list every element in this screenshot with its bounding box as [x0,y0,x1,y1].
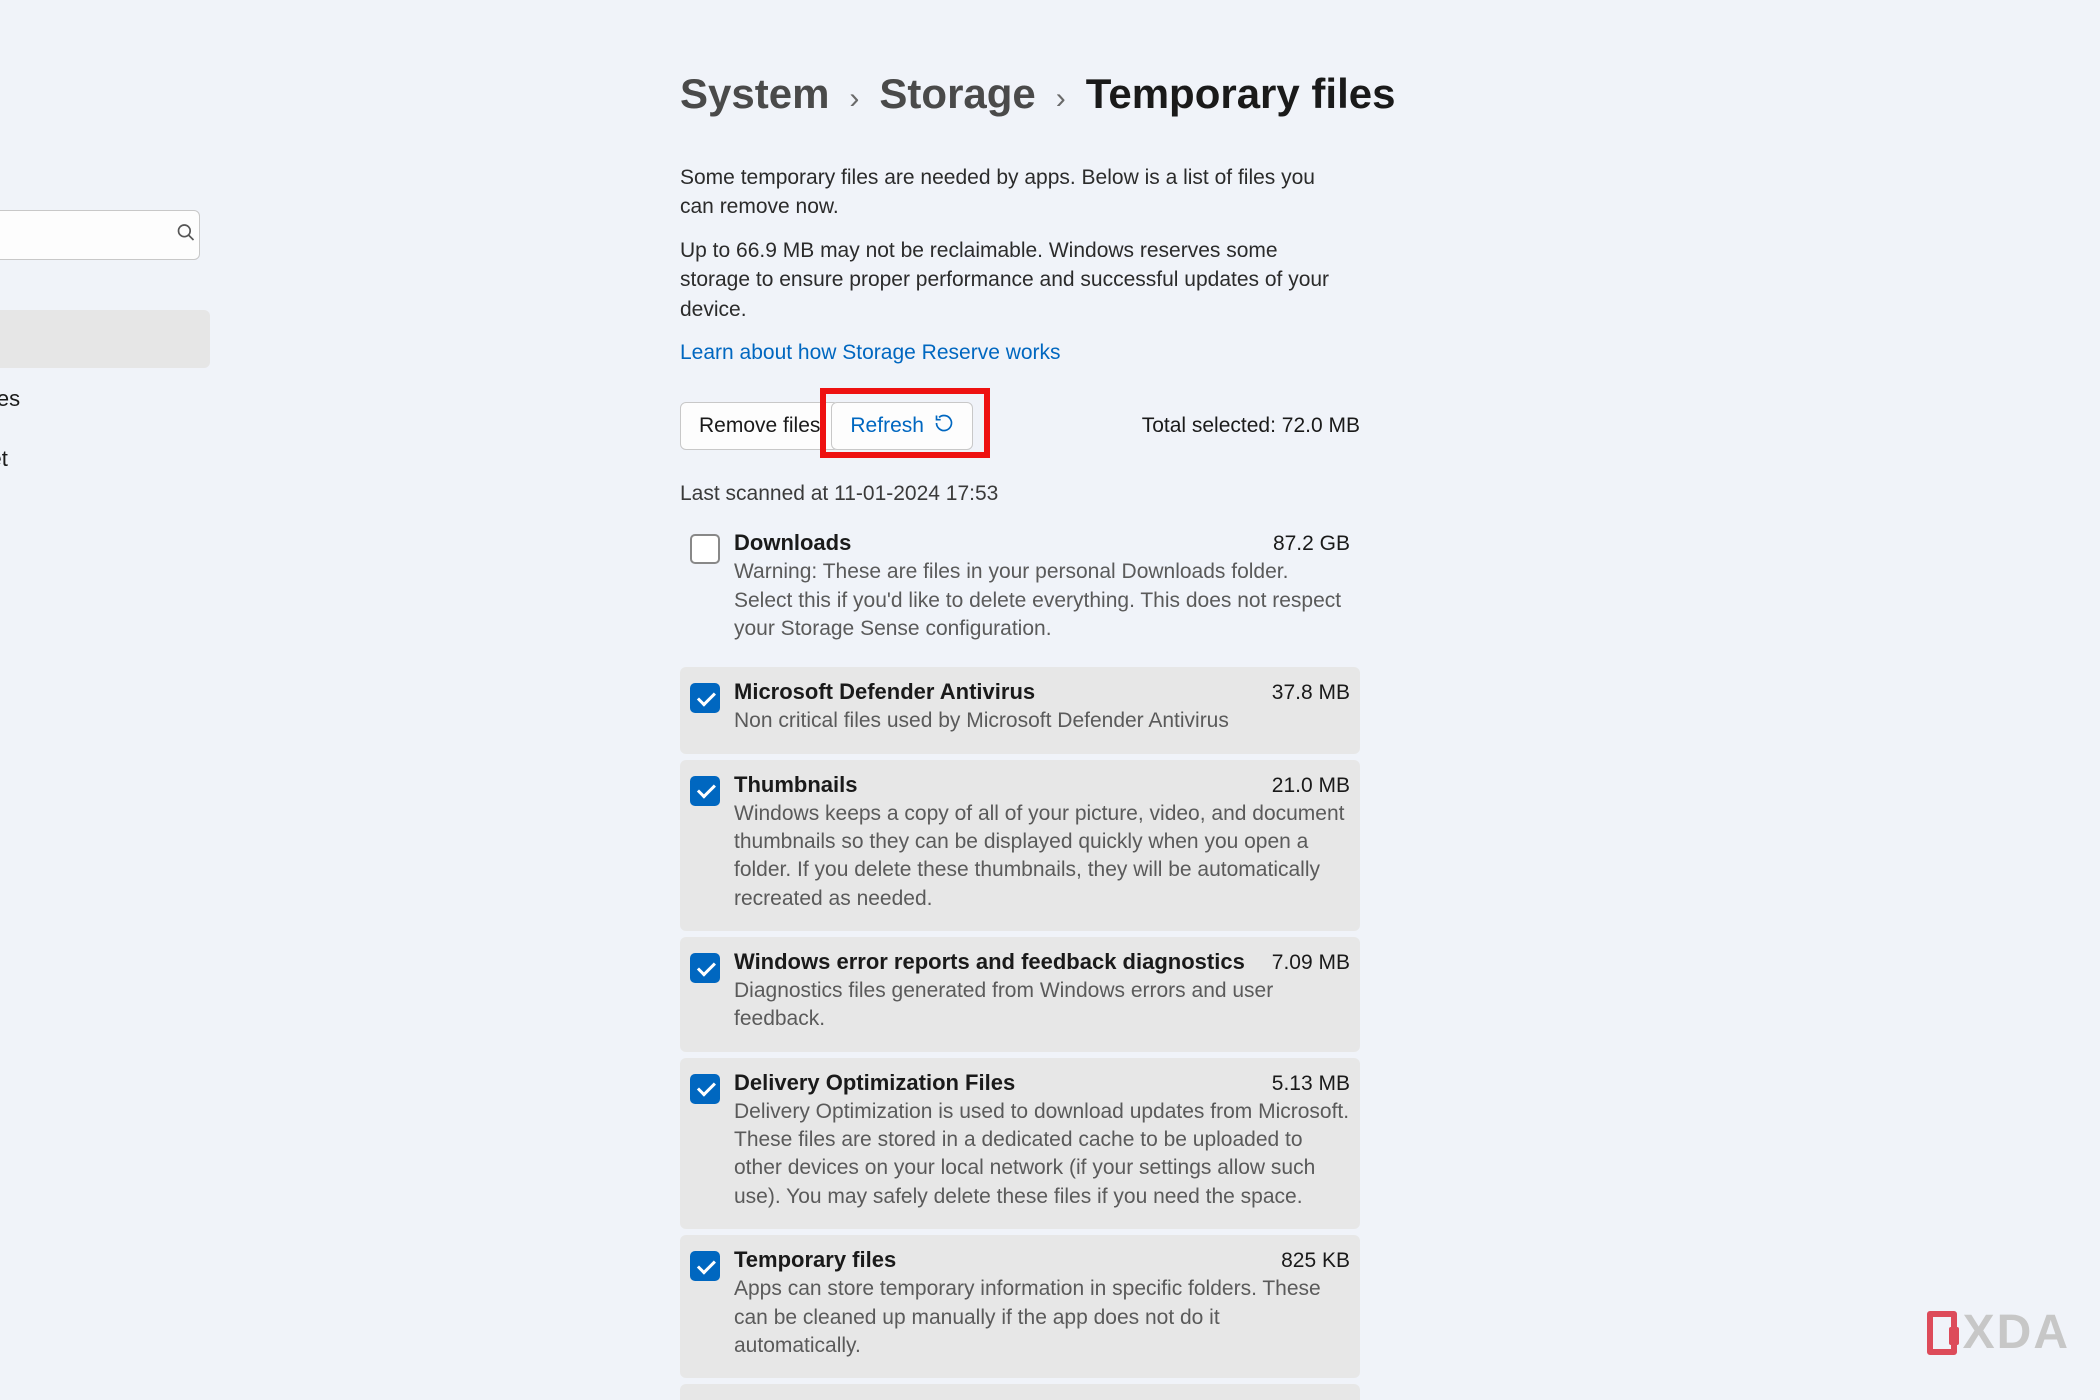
chevron-right-icon: › [1056,82,1066,116]
intro-p1: Some temporary files are needed by apps.… [680,163,1350,222]
nav-item-label: vices [0,386,20,412]
item-title: Delivery Optimization Files [734,1070,1015,1096]
checkbox[interactable] [690,1074,720,1104]
search-input[interactable] [0,210,200,260]
nav-item-6[interactable] [0,670,210,728]
temp-files-list: Downloads 87.2 GBWarning: These are files… [680,518,1360,1400]
remove-files-button[interactable]: Remove files [680,402,839,450]
list-item[interactable]: Thumbnails 21.0 MBWindows keeps a copy of… [680,760,1360,931]
item-description: Diagnostics files generated from Windows… [734,977,1350,1034]
list-item[interactable]: DirectX Shader Cache130 KB [680,1384,1360,1400]
nav-item-system[interactable] [0,310,210,368]
item-description: Apps can store temporary information in … [734,1275,1350,1360]
search-icon[interactable] [176,223,196,248]
nav: vices rnet e ity te [0,310,210,908]
item-description: Delivery Optimization is used to downloa… [734,1098,1350,1211]
item-description: Windows keeps a copy of all of your pict… [734,800,1350,913]
main-content: System › Storage › Temporary files Some … [210,0,2100,1400]
item-size: 7.09 MB [1272,951,1350,975]
nav-item-privacy[interactable]: ity [0,790,210,848]
watermark-text: XDA [1963,1305,2070,1360]
checkbox[interactable] [690,534,720,564]
total-selected: Total selected: 72.0 MB [1142,414,1360,438]
item-size: 21.0 MB [1272,774,1350,798]
sidebar: vices rnet e ity te [0,0,210,1400]
nav-item-5[interactable]: e [0,610,210,668]
item-description: Warning: These are files in your persona… [734,558,1350,643]
refresh-label: Refresh [850,414,924,438]
refresh-icon [934,413,954,439]
item-title: Windows error reports and feedback diagn… [734,949,1245,975]
nav-item-7[interactable] [0,730,210,788]
nav-item-update[interactable]: te [0,850,210,908]
checkbox[interactable] [690,953,720,983]
list-item[interactable]: Microsoft Defender Antivirus 37.8 MBNon c… [680,667,1360,753]
breadcrumb: System › Storage › Temporary files [680,70,2100,118]
nav-item-label: rnet [0,446,8,472]
item-title: Downloads [734,530,851,556]
actions-row: Remove files Refresh Total selected: 72.… [680,402,1360,450]
page-title: Temporary files [1086,70,1396,118]
list-item[interactable]: Temporary files 825 KBApps can store temp… [680,1235,1360,1378]
item-title: Thumbnails [734,772,857,798]
intro-p2: Up to 66.9 MB may not be reclaimable. Wi… [680,236,1350,324]
item-title: Temporary files [734,1247,896,1273]
search-container [0,210,210,260]
chevron-right-icon: › [849,82,859,116]
checkbox[interactable] [690,683,720,713]
watermark-icon [1927,1311,1957,1355]
list-item[interactable]: Downloads 87.2 GBWarning: These are files… [680,518,1360,661]
watermark: XDA [1927,1305,2070,1360]
checkbox[interactable] [690,776,720,806]
last-scanned: Last scanned at 11-01-2024 17:53 [680,482,2100,506]
refresh-button[interactable]: Refresh [831,402,973,450]
list-item[interactable]: Windows error reports and feedback diagn… [680,937,1360,1052]
storage-reserve-link[interactable]: Learn about how Storage Reserve works [680,341,1061,364]
breadcrumb-system[interactable]: System [680,70,829,118]
nav-item-3[interactable] [0,490,210,548]
item-size: 87.2 GB [1273,532,1350,556]
item-size: 37.8 MB [1272,681,1350,705]
checkbox[interactable] [690,1251,720,1281]
breadcrumb-storage[interactable]: Storage [879,70,1035,118]
item-title: DirectX Shader Cache [734,1396,964,1400]
item-size: 825 KB [1281,1249,1350,1273]
item-size: 5.13 MB [1272,1072,1350,1096]
nav-item-network[interactable]: rnet [0,430,210,488]
nav-item-devices[interactable]: vices [0,370,210,428]
item-description: Non critical files used by Microsoft Def… [734,707,1350,735]
intro-text: Some temporary files are needed by apps.… [680,163,1350,367]
list-item[interactable]: Delivery Optimization Files 5.13 MBDelive… [680,1058,1360,1229]
item-title: Microsoft Defender Antivirus [734,679,1035,705]
nav-item-4[interactable] [0,550,210,608]
